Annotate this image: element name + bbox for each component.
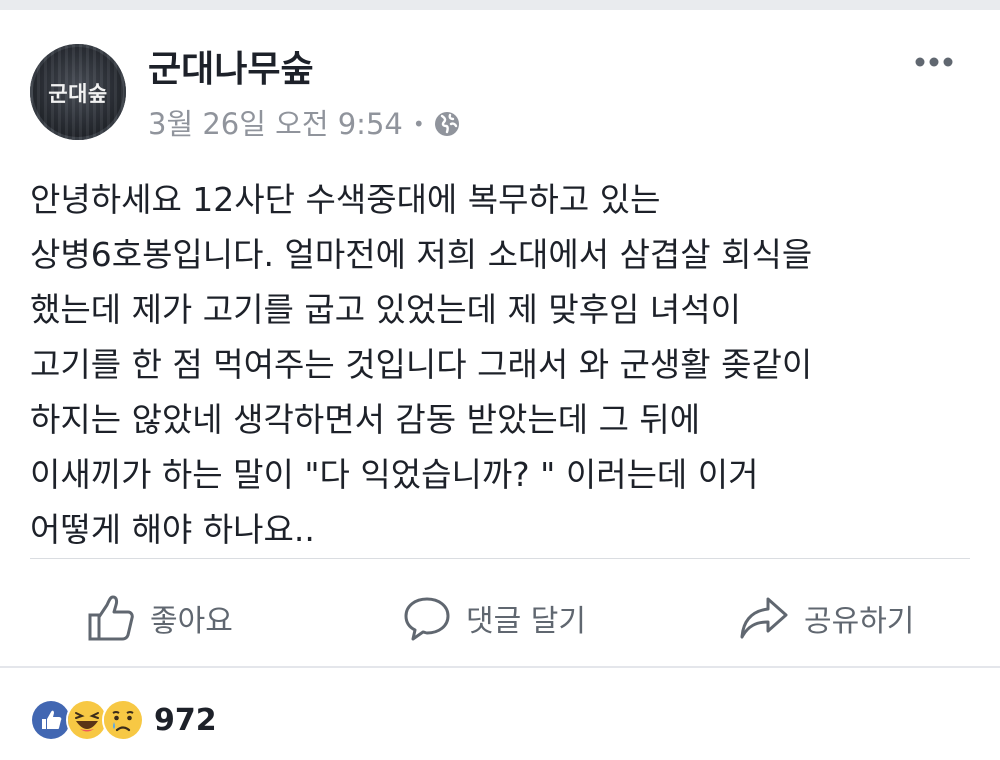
- like-button[interactable]: 좋아요: [86, 586, 233, 650]
- meta-separator: •: [412, 112, 425, 136]
- post-meta: 3월 26일 오전 9:54 •: [148, 106, 461, 142]
- more-options-icon[interactable]: [912, 52, 956, 72]
- page-name[interactable]: 군대나무숲: [148, 48, 314, 92]
- post-body-line: 안녕하세요 12사단 수색중대에 복무하고 있는: [30, 180, 661, 219]
- sad-icon: [102, 699, 144, 741]
- divider: [0, 666, 1000, 668]
- reaction-summary[interactable]: 972: [30, 699, 217, 741]
- reaction-count[interactable]: 972: [154, 703, 217, 738]
- globe-icon: [433, 110, 461, 138]
- post-body-line: 하지는 않았네 생각하면서 감동 받았는데 그 뒤에: [30, 400, 701, 439]
- comment-button[interactable]: 댓글 달기: [402, 586, 586, 650]
- post-body-line: 했는데 제가 고기를 굽고 있었는데 제 맞후임 녀석이: [30, 290, 741, 329]
- post-body-line: 상병6호봉입니다. 얼마전에 저희 소대에서 삼겹살 회식을: [30, 235, 813, 274]
- avatar-label: 군대숲: [48, 82, 108, 106]
- post-body-line: 이새끼가 하는 말이 "다 익었습니까? " 이러는데 이거: [30, 455, 759, 494]
- share-label: 공유하기: [804, 604, 915, 639]
- share-icon: [740, 597, 788, 639]
- divider: [30, 558, 970, 559]
- comment-icon: [404, 597, 450, 641]
- post-card: 군대숲 군대나무숲 3월 26일 오전 9:54 • 안녕하세요 12사단 수색…: [0, 10, 1000, 760]
- page-avatar[interactable]: 군대숲: [30, 44, 126, 140]
- thumbs-up-icon: [88, 595, 134, 641]
- post-body: 안녕하세요 12사단 수색중대에 복무하고 있는 상병6호봉입니다. 얼마전에 …: [30, 172, 980, 557]
- post-timestamp[interactable]: 3월 26일 오전 9:54: [148, 106, 403, 142]
- share-button[interactable]: 공유하기: [738, 586, 914, 650]
- post-body-line: 고기를 한 점 먹여주는 것입니다 그래서 와 군생활 좆같이: [30, 345, 813, 384]
- post-body-line: 어떻게 해야 하나요..: [30, 510, 315, 549]
- like-label: 좋아요: [150, 604, 233, 639]
- comment-label: 댓글 달기: [466, 604, 586, 639]
